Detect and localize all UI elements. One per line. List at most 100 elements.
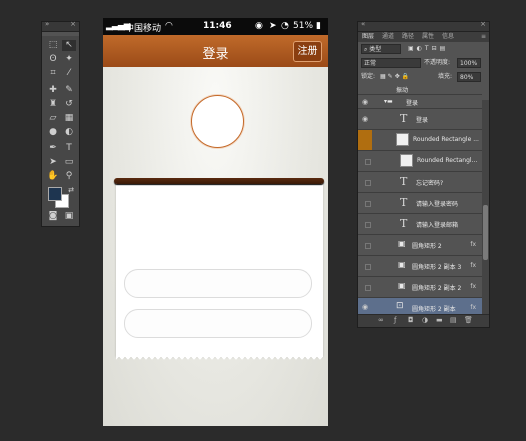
layer-row[interactable]: Rounded Rectangl...: [358, 151, 482, 172]
blend-mode-select[interactable]: 正常: [361, 58, 421, 68]
hand-tool-icon[interactable]: ✋: [46, 171, 60, 182]
blur-tool-icon[interactable]: ●: [46, 127, 60, 138]
visibility-toggle[interactable]: [365, 201, 371, 207]
eraser-tool-icon[interactable]: ▱: [46, 113, 60, 124]
brush-tool-icon[interactable]: ✎: [62, 85, 76, 96]
marquee-tool-icon[interactable]: ⬚: [46, 40, 60, 51]
tab-layers[interactable]: 图层: [362, 32, 374, 42]
scrollbar-thumb[interactable]: [483, 205, 488, 260]
collapse-icon[interactable]: «: [361, 20, 365, 28]
history-brush-tool-icon[interactable]: ↺: [62, 99, 76, 110]
layer-row[interactable]: Rounded Rectangle ...: [358, 130, 482, 151]
close-icon[interactable]: ×: [480, 20, 486, 28]
alarm-icon: ◔: [281, 21, 289, 31]
filter-kind-select[interactable]: ⌕ 类型: [361, 44, 401, 54]
wifi-icon: ◠: [165, 21, 173, 31]
pen-tool-icon[interactable]: ✒: [46, 143, 60, 154]
magic-wand-tool-icon[interactable]: ✦: [62, 54, 76, 65]
layer-row[interactable]: ▣ 圆角矩形 2 副本 2 fx: [358, 277, 482, 298]
crop-tool-icon[interactable]: ⌗: [46, 68, 60, 79]
clone-stamp-tool-icon[interactable]: ♜: [46, 99, 60, 110]
foreground-color-swatch[interactable]: [48, 187, 62, 201]
fx-icon[interactable]: fx: [470, 241, 476, 248]
fx-icon[interactable]: fx: [470, 283, 476, 290]
opacity-input[interactable]: 100%: [457, 58, 481, 68]
password-field[interactable]: [124, 309, 312, 338]
layer-row[interactable]: ▣ 圆角矩形 2 副本 3 fx: [358, 256, 482, 277]
add-style-icon[interactable]: ƒ: [394, 316, 396, 324]
fx-icon[interactable]: fx: [470, 262, 476, 269]
layer-name: 登录: [406, 100, 419, 107]
gradient-tool-icon[interactable]: ▦: [62, 113, 76, 124]
battery-percent: 51%: [293, 21, 314, 31]
type-tool-icon[interactable]: T: [62, 143, 76, 154]
visibility-toggle[interactable]: [358, 130, 372, 150]
folder-icon: ▾▬: [384, 98, 393, 105]
new-layer-icon[interactable]: ▤: [450, 316, 457, 324]
layers-panel-titlebar[interactable]: « ×: [358, 20, 489, 32]
collapse-icon[interactable]: »: [45, 20, 49, 28]
zoom-tool-icon[interactable]: ⚲: [62, 171, 76, 182]
lock-label: 锁定:: [361, 73, 376, 80]
tools-panel-grip[interactable]: [42, 32, 79, 36]
layer-row[interactable]: T 请输入登录邮箱: [358, 214, 482, 235]
status-bar: ▂▃▄▅ 中国移动 ◠ 11:46 ◉ ➤ ◔ 51% ▮: [103, 18, 328, 35]
layer-row-partial[interactable]: 振动: [358, 84, 482, 95]
visibility-toggle[interactable]: [365, 180, 371, 186]
move-tool-icon[interactable]: ↖: [62, 40, 76, 51]
lock-icons[interactable]: ▦✎✥🔒: [380, 72, 411, 82]
layer-row[interactable]: ▣ 圆角矩形 2 fx: [358, 235, 482, 256]
eye-icon[interactable]: ◉: [362, 115, 368, 123]
adjustment-layer-icon[interactable]: ◑: [422, 316, 428, 324]
visibility-toggle[interactable]: [365, 264, 371, 270]
card-slot: [114, 178, 324, 184]
text-layer-icon: T: [400, 217, 408, 230]
add-mask-icon[interactable]: ◘: [408, 316, 414, 324]
delete-layer-icon[interactable]: 🗑: [464, 316, 473, 324]
visibility-toggle[interactable]: [365, 159, 371, 165]
lasso-tool-icon[interactable]: ʘ: [46, 54, 60, 65]
phone-mockup: ▂▃▄▅ 中国移动 ◠ 11:46 ◉ ➤ ◔ 51% ▮ 登录 注册: [103, 18, 328, 426]
rectangle-tool-icon[interactable]: ▭: [62, 157, 76, 168]
card-torn-edge: [116, 355, 323, 363]
login-card: [116, 182, 323, 357]
tools-panel-titlebar[interactable]: » ×: [42, 20, 79, 32]
layer-row[interactable]: T 忘记密码?: [358, 172, 482, 193]
visibility-toggle[interactable]: [365, 243, 371, 249]
layer-name: 圆角矩形 2 副本 2: [412, 285, 462, 292]
filter-icons[interactable]: ▣◐T⊟▤: [408, 44, 448, 54]
fill-input[interactable]: 80%: [457, 72, 481, 82]
panel-menu-icon[interactable]: ≡: [481, 32, 486, 42]
path-selection-tool-icon[interactable]: ➤: [46, 157, 60, 168]
tab-channels[interactable]: 通道: [382, 32, 394, 42]
swap-colors-icon[interactable]: ⇄: [64, 185, 78, 196]
layer-group-row[interactable]: ◉ ▾▬ 登录: [358, 95, 482, 109]
tab-info[interactable]: 信息: [442, 32, 454, 42]
eye-icon[interactable]: ◉: [362, 303, 368, 311]
visibility-toggle[interactable]: [365, 222, 371, 228]
rotation-lock-icon: ◉: [255, 21, 263, 31]
layer-row[interactable]: ◉ T 登录: [358, 109, 482, 130]
fill-label: 填充:: [438, 73, 453, 80]
quick-mask-icon[interactable]: ◙: [46, 211, 60, 222]
link-layers-icon[interactable]: ∞: [378, 316, 384, 324]
avatar[interactable]: [191, 95, 244, 148]
email-field[interactable]: [124, 269, 312, 298]
layers-scrollbar[interactable]: [482, 100, 489, 315]
close-icon[interactable]: ×: [70, 20, 76, 28]
tab-properties[interactable]: 属性: [422, 32, 434, 42]
fx-icon[interactable]: fx: [470, 304, 476, 311]
new-group-icon[interactable]: ▬: [436, 316, 443, 324]
eyedropper-tool-icon[interactable]: ⁄: [62, 68, 76, 79]
shape-layer-icon: ▣: [398, 260, 406, 269]
search-icon: ⌕: [364, 46, 368, 53]
tab-paths[interactable]: 路径: [402, 32, 414, 42]
register-button[interactable]: 注册: [293, 41, 322, 62]
visibility-toggle[interactable]: [365, 285, 371, 291]
eye-icon[interactable]: ◉: [362, 98, 368, 106]
layer-row[interactable]: T 请输入登录密码: [358, 193, 482, 214]
dodge-tool-icon[interactable]: ◐: [62, 127, 76, 138]
healing-brush-tool-icon[interactable]: ✚: [46, 85, 60, 96]
screen-mode-icon[interactable]: ▣: [62, 211, 76, 222]
layer-name: 圆角矩形 2 副本 3: [412, 264, 462, 271]
